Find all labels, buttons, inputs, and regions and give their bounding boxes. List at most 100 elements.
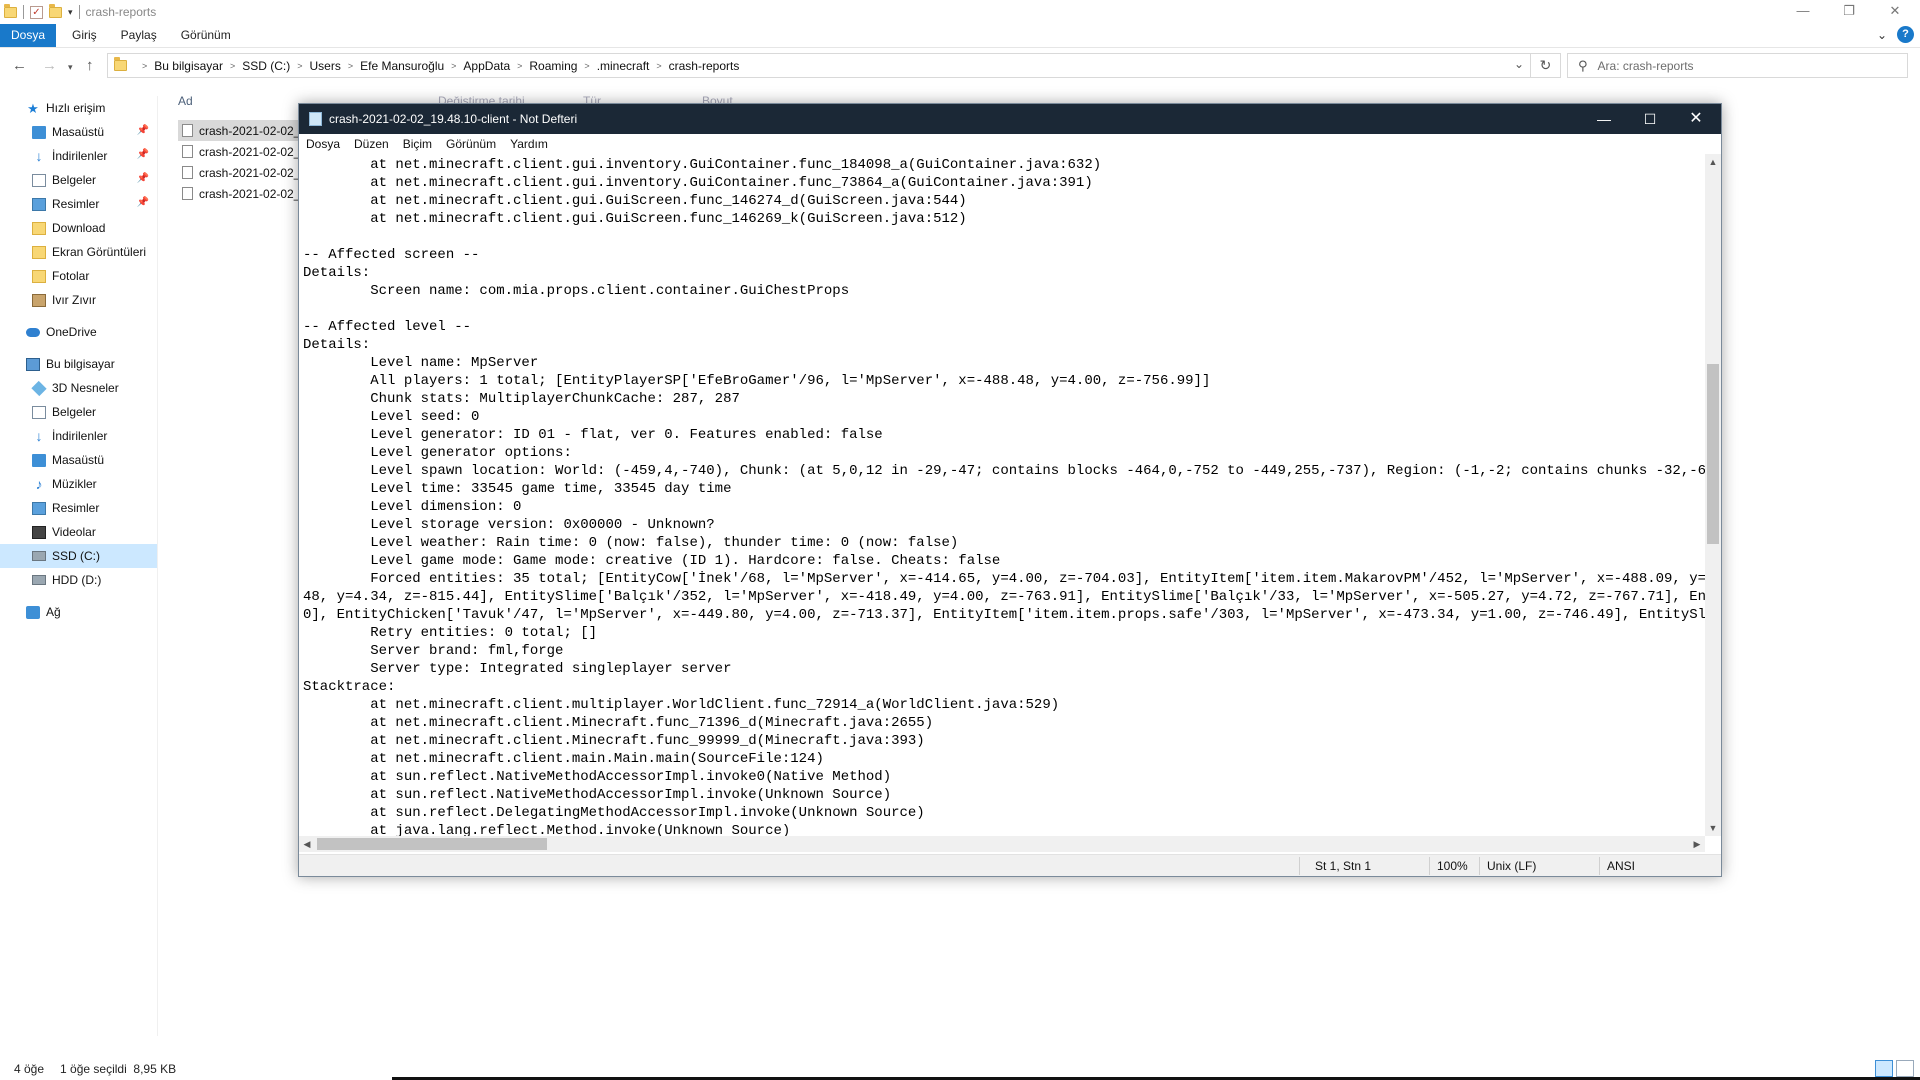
large-icons-view-icon[interactable] bbox=[1896, 1060, 1914, 1077]
breadcrumb-item[interactable]: AppData bbox=[463, 59, 510, 73]
menu-help[interactable]: Yardım bbox=[503, 137, 555, 151]
scroll-thumb[interactable] bbox=[317, 838, 547, 850]
vertical-scrollbar[interactable]: ▲ ▼ bbox=[1705, 154, 1721, 836]
music-note-icon: ♪ bbox=[35, 475, 43, 492]
nav-item-documents-pc[interactable]: Belgeler bbox=[0, 400, 157, 424]
nav-label: Masaüstü bbox=[52, 453, 105, 467]
menu-format[interactable]: Biçim bbox=[396, 137, 439, 151]
nav-item-hdd[interactable]: HDD (D:) bbox=[0, 568, 157, 592]
file-row[interactable]: crash-2021-02-02_19.52.41-client.txt bbox=[178, 162, 308, 183]
expand-ribbon-icon[interactable]: ⌄ bbox=[1877, 28, 1887, 42]
breadcrumb-item[interactable]: .minecraft bbox=[597, 59, 650, 73]
nav-item-videos[interactable]: Videolar bbox=[0, 520, 157, 544]
video-icon bbox=[32, 525, 46, 539]
chevron-right-icon[interactable]: > bbox=[517, 61, 522, 71]
breadcrumb-item[interactable]: Bu bilgisayar bbox=[154, 59, 223, 73]
address-bar[interactable]: > Bu bilgisayar > SSD (C:) > Users > Efe… bbox=[107, 53, 1561, 78]
notepad-text-area[interactable]: at net.minecraft.client.gui.inventory.Gu… bbox=[299, 154, 1705, 836]
nav-item-desktop[interactable]: Masaüstü 📌 bbox=[0, 120, 157, 144]
breadcrumb-item[interactable]: SSD (C:) bbox=[242, 59, 290, 73]
nav-item-documents[interactable]: Belgeler 📌 bbox=[0, 168, 157, 192]
tab-view[interactable]: Görünüm bbox=[169, 24, 243, 47]
nav-onedrive[interactable]: OneDrive bbox=[0, 320, 157, 344]
scroll-up-icon[interactable]: ▲ bbox=[1705, 154, 1721, 170]
recent-locations-icon[interactable]: ▾ bbox=[68, 62, 73, 73]
horizontal-scrollbar[interactable]: ◀ ▶ bbox=[299, 836, 1705, 852]
pin-icon[interactable]: 📌 bbox=[137, 197, 149, 208]
folder-icon bbox=[32, 269, 46, 283]
nav-network[interactable]: Ağ bbox=[0, 600, 157, 624]
minimize-button[interactable]: — bbox=[1780, 0, 1826, 24]
nav-item-desktop-pc[interactable]: Masaüstü bbox=[0, 448, 157, 472]
tab-home[interactable]: Giriş bbox=[56, 24, 109, 47]
nav-item-3d-objects[interactable]: 3D Nesneler bbox=[0, 376, 157, 400]
nav-item-photos[interactable]: Fotolar bbox=[0, 264, 157, 288]
folder-icon bbox=[4, 3, 17, 18]
file-row[interactable]: crash-2021-02-02_19.50.22-client.txt bbox=[178, 141, 308, 162]
nav-label: 3D Nesneler bbox=[52, 381, 119, 395]
customize-toolbar-icon[interactable]: ▾ bbox=[68, 7, 73, 18]
nav-item-pictures[interactable]: Resimler 📌 bbox=[0, 192, 157, 216]
chevron-right-icon[interactable]: > bbox=[230, 61, 235, 71]
nav-this-pc[interactable]: Bu bilgisayar bbox=[0, 352, 157, 376]
nav-item-pictures-pc[interactable]: Resimler bbox=[0, 496, 157, 520]
tab-share[interactable]: Paylaş bbox=[109, 24, 169, 47]
menu-view[interactable]: Görünüm bbox=[439, 137, 503, 151]
up-arrow-icon[interactable]: ↑ bbox=[86, 57, 94, 74]
chevron-right-icon[interactable]: > bbox=[142, 61, 147, 71]
scroll-thumb[interactable] bbox=[1707, 364, 1719, 544]
notepad-titlebar[interactable]: crash-2021-02-02_19.48.10-client - Not D… bbox=[299, 104, 1721, 134]
breadcrumb-item[interactable]: Users bbox=[310, 59, 341, 73]
nav-item-download-folder[interactable]: Download bbox=[0, 216, 157, 240]
new-folder-icon[interactable] bbox=[49, 3, 62, 18]
nav-item-downloads-pc[interactable]: ↓ İndirilenler bbox=[0, 424, 157, 448]
properties-icon[interactable]: ✓ bbox=[30, 5, 43, 19]
nav-quick-access[interactable]: ★ Hızlı erişim bbox=[0, 96, 157, 120]
forward-arrow-icon[interactable]: → bbox=[42, 57, 57, 74]
nav-label: İndirilenler bbox=[52, 429, 108, 443]
nav-item-ssd[interactable]: SSD (C:) bbox=[0, 544, 157, 568]
breadcrumb-item[interactable]: crash-reports bbox=[669, 59, 740, 73]
breadcrumb-item[interactable]: Efe Mansuroğlu bbox=[360, 59, 444, 73]
menu-file[interactable]: Dosya bbox=[299, 137, 347, 151]
chevron-right-icon[interactable]: > bbox=[656, 61, 661, 71]
pin-icon[interactable]: 📌 bbox=[137, 125, 149, 136]
nav-item-screenshots[interactable]: Ekran Görüntüleri bbox=[0, 240, 157, 264]
pin-icon[interactable]: 📌 bbox=[137, 173, 149, 184]
minimize-button[interactable]: — bbox=[1581, 104, 1627, 134]
chevron-right-icon[interactable]: > bbox=[451, 61, 456, 71]
menu-edit[interactable]: Düzen bbox=[347, 137, 396, 151]
text-file-icon bbox=[182, 187, 193, 200]
details-view-icon[interactable] bbox=[1875, 1060, 1893, 1077]
window-title: crash-reports bbox=[85, 5, 157, 19]
chevron-down-icon[interactable]: ⌄ bbox=[1514, 57, 1524, 71]
scroll-left-icon[interactable]: ◀ bbox=[299, 836, 315, 852]
chevron-right-icon[interactable]: > bbox=[297, 61, 302, 71]
close-button[interactable]: ✕ bbox=[1673, 104, 1719, 134]
text-line: at sun.reflect.DelegatingMethodAccessorI… bbox=[303, 805, 925, 821]
back-arrow-icon[interactable]: ← bbox=[12, 57, 27, 74]
maximize-button[interactable]: ☐ bbox=[1627, 104, 1673, 134]
search-input[interactable]: ⚲ Ara: crash-reports bbox=[1567, 53, 1908, 78]
text-line: Server type: Integrated singleplayer ser… bbox=[303, 661, 732, 677]
file-row[interactable]: crash-2021-02-02_19.48.10-client.txt bbox=[178, 120, 308, 141]
zoom-level: 100% bbox=[1437, 859, 1468, 873]
close-button[interactable]: ✕ bbox=[1872, 0, 1918, 24]
nav-item-misc[interactable]: Ivır Zıvır bbox=[0, 288, 157, 312]
item-count: 4 öğe bbox=[14, 1061, 45, 1076]
scroll-right-icon[interactable]: ▶ bbox=[1689, 836, 1705, 852]
refresh-icon[interactable]: ↻ bbox=[1530, 54, 1560, 77]
nav-item-music[interactable]: ♪ Müzikler bbox=[0, 472, 157, 496]
nav-item-downloads[interactable]: ↓ İndirilenler 📌 bbox=[0, 144, 157, 168]
column-header-name[interactable]: Ad bbox=[178, 94, 193, 108]
tab-file[interactable]: Dosya bbox=[0, 24, 56, 47]
file-row[interactable]: crash-2021-02-02_19.55.03-client.txt bbox=[178, 183, 308, 204]
help-icon[interactable]: ? bbox=[1897, 26, 1914, 43]
chevron-right-icon[interactable]: > bbox=[348, 61, 353, 71]
text-line: ​ bbox=[303, 228, 1705, 246]
restore-button[interactable]: ❐ bbox=[1826, 0, 1872, 24]
chevron-right-icon[interactable]: > bbox=[584, 61, 589, 71]
pin-icon[interactable]: 📌 bbox=[137, 149, 149, 160]
breadcrumb-item[interactable]: Roaming bbox=[529, 59, 577, 73]
scroll-down-icon[interactable]: ▼ bbox=[1705, 820, 1721, 836]
